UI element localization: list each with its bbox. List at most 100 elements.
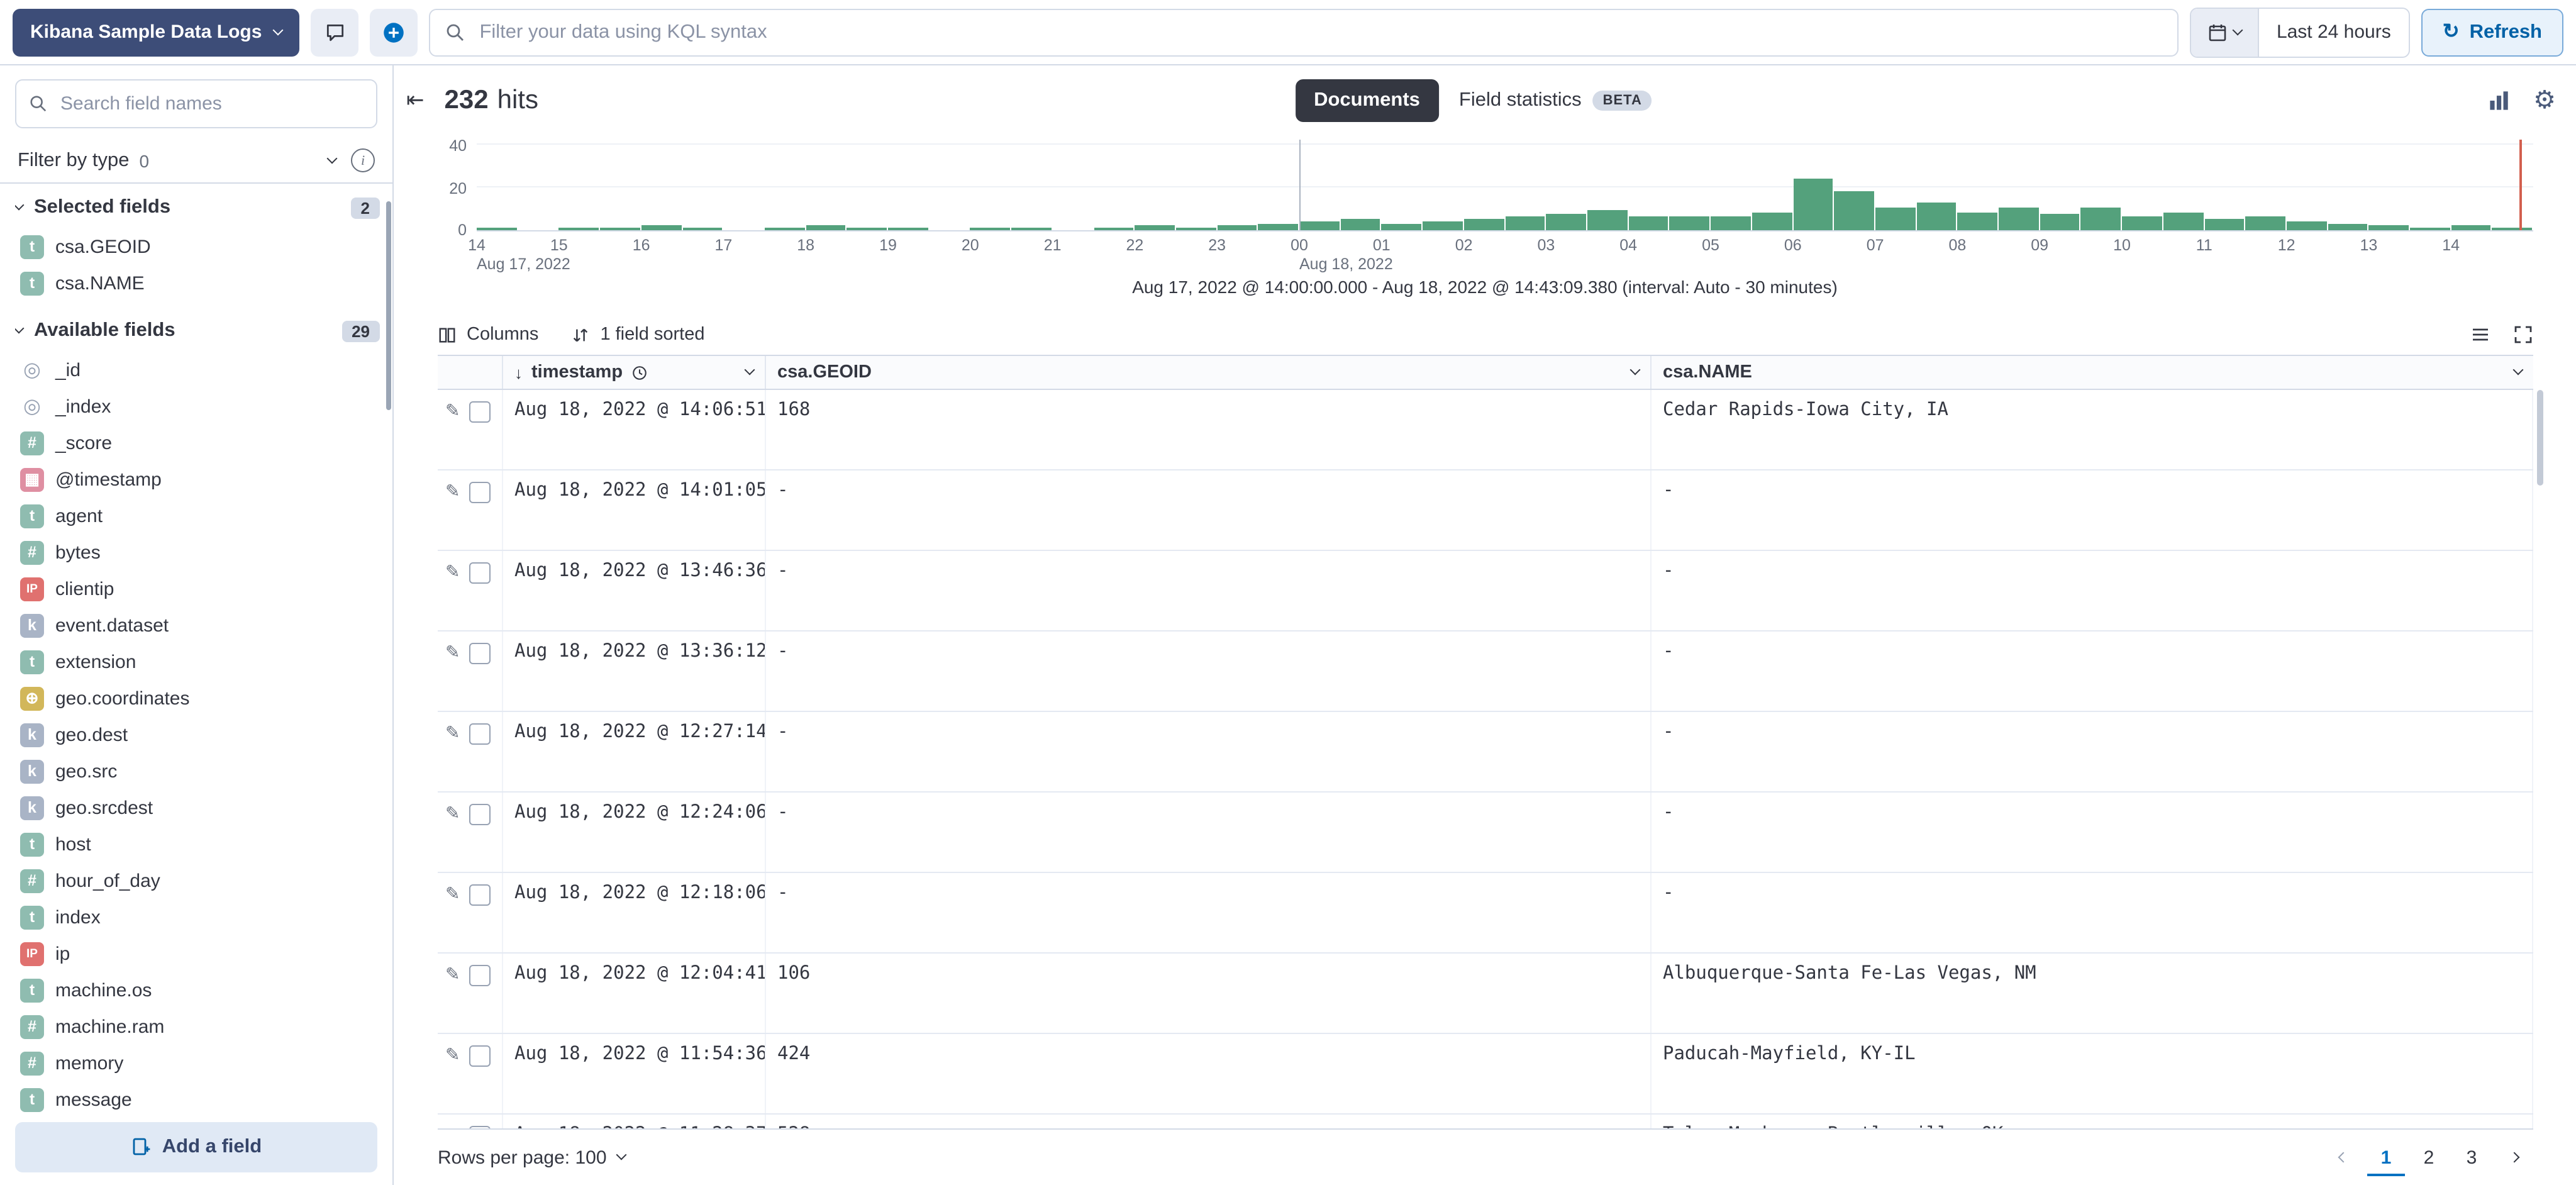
field-item[interactable]: kgeo.srcdest: [15, 790, 380, 826]
rows-per-page-dropdown[interactable]: Rows per page: 100: [438, 1147, 626, 1168]
histogram-bar[interactable]: [1341, 219, 1380, 230]
histogram-bar[interactable]: [641, 226, 681, 230]
field-item[interactable]: tmachine.os: [15, 972, 380, 1009]
kql-search-input[interactable]: [477, 19, 2162, 45]
histogram-bar[interactable]: [1793, 178, 1833, 230]
field-item[interactable]: IPclientip: [15, 571, 380, 608]
previous-page-button[interactable]: [2324, 1138, 2362, 1176]
histogram-bar[interactable]: [1834, 192, 1874, 230]
selected-fields-accordion[interactable]: Selected fields 2: [15, 186, 380, 229]
chevron-down-icon[interactable]: [1630, 365, 1641, 376]
field-item[interactable]: ◎_id: [15, 352, 380, 389]
add-field-button[interactable]: Add a field: [15, 1122, 377, 1172]
timestamp-cell[interactable]: Aug 18, 2022 @ 13:36:12.692: [503, 631, 766, 711]
name-cell[interactable]: Paducah-Mayfield, KY-IL: [1652, 1034, 2533, 1113]
info-icon[interactable]: i: [351, 148, 375, 172]
chevron-down-icon[interactable]: [2513, 365, 2524, 376]
geoid-cell[interactable]: -: [766, 551, 1652, 630]
histogram-bar[interactable]: [1505, 216, 1545, 230]
field-item[interactable]: tmessage: [15, 1082, 380, 1112]
next-page-button[interactable]: [2496, 1138, 2533, 1176]
name-cell[interactable]: Cedar Rapids-Iowa City, IA: [1652, 390, 2533, 469]
histogram-bar[interactable]: [1423, 221, 1462, 230]
field-item[interactable]: textension: [15, 644, 380, 681]
histogram-bar[interactable]: [2204, 219, 2244, 230]
histogram-bar[interactable]: [2163, 212, 2203, 230]
histogram-bar[interactable]: [1217, 226, 1257, 230]
row-checkbox[interactable]: [469, 401, 490, 423]
refresh-button[interactable]: ↻ Refresh: [2421, 8, 2563, 56]
field-item[interactable]: ▦@timestamp: [15, 462, 380, 498]
field-item[interactable]: tagent: [15, 498, 380, 535]
timestamp-cell[interactable]: Aug 18, 2022 @ 14:06:51.816: [503, 390, 766, 469]
timestamp-cell[interactable]: Aug 18, 2022 @ 12:18:06.737: [503, 873, 766, 952]
histogram-bar[interactable]: [1464, 219, 1504, 230]
page-button[interactable]: 3: [2453, 1138, 2490, 1176]
edit-row-icon[interactable]: ✎: [445, 643, 460, 662]
timestamp-cell[interactable]: Aug 18, 2022 @ 12:04:41.998: [503, 954, 766, 1033]
display-density-icon[interactable]: [2470, 325, 2490, 345]
field-item[interactable]: #memory: [15, 1045, 380, 1082]
name-cell[interactable]: Tulsa-Muskogee-Bartlesville, OK: [1652, 1115, 2533, 1130]
histogram-bar[interactable]: [1958, 212, 1997, 230]
name-cell[interactable]: -: [1652, 551, 2533, 630]
geoid-cell[interactable]: 528: [766, 1115, 1652, 1130]
row-checkbox[interactable]: [469, 804, 490, 825]
geoid-cell[interactable]: 106: [766, 954, 1652, 1033]
tab-documents[interactable]: Documents: [1295, 79, 1439, 122]
histogram-bar[interactable]: [1711, 216, 1750, 230]
page-button[interactable]: 2: [2410, 1138, 2448, 1176]
field-item[interactable]: tindex: [15, 899, 380, 936]
field-item[interactable]: kgeo.src: [15, 754, 380, 790]
timestamp-cell[interactable]: Aug 18, 2022 @ 12:24:06.875: [503, 793, 766, 872]
field-item[interactable]: kevent.dataset: [15, 608, 380, 644]
geoid-cell[interactable]: 424: [766, 1034, 1652, 1113]
histogram-bar[interactable]: [2287, 221, 2326, 230]
histogram-bar[interactable]: [1999, 208, 2038, 230]
histogram-bar[interactable]: [1587, 210, 1627, 230]
chevron-down-icon[interactable]: [745, 365, 755, 376]
histogram-bar[interactable]: [1916, 203, 1956, 230]
histogram-bar[interactable]: [1752, 212, 1792, 230]
filter-by-type-dropdown[interactable]: Filter by type 0 i: [0, 138, 392, 184]
histogram-bar[interactable]: [806, 226, 845, 230]
edit-row-icon[interactable]: ✎: [445, 965, 460, 984]
date-picker-menu-button[interactable]: [2191, 8, 2259, 56]
timestamp-cell[interactable]: Aug 18, 2022 @ 11:54:36.220: [503, 1034, 766, 1113]
row-checkbox[interactable]: [469, 562, 490, 584]
column-header-geoid[interactable]: csa.GEOID: [766, 356, 1652, 389]
field-item[interactable]: #machine.ram: [15, 1009, 380, 1045]
column-header-timestamp[interactable]: ↓ timestamp: [503, 356, 766, 389]
edit-row-icon[interactable]: ✎: [445, 804, 460, 823]
histogram-bar[interactable]: [1299, 221, 1339, 230]
field-item[interactable]: kgeo.dest: [15, 717, 380, 754]
field-item[interactable]: tcsa.GEOID: [15, 229, 380, 265]
geoid-cell[interactable]: -: [766, 873, 1652, 952]
row-checkbox[interactable]: [469, 482, 490, 503]
histogram-bar[interactable]: [2328, 223, 2367, 230]
row-checkbox[interactable]: [469, 884, 490, 906]
gear-icon[interactable]: ⚙: [2533, 88, 2556, 113]
page-button[interactable]: 1: [2367, 1138, 2405, 1176]
histogram-bar[interactable]: [2451, 226, 2491, 230]
histogram-bar[interactable]: [2369, 226, 2409, 230]
geoid-cell[interactable]: -: [766, 631, 1652, 711]
chart-options-icon[interactable]: [2488, 89, 2511, 112]
name-cell[interactable]: -: [1652, 712, 2533, 791]
name-cell[interactable]: Albuquerque-Santa Fe-Las Vegas, NM: [1652, 954, 2533, 1033]
name-cell[interactable]: -: [1652, 793, 2533, 872]
column-header-name[interactable]: csa.NAME: [1652, 356, 2533, 389]
timestamp-cell[interactable]: Aug 18, 2022 @ 11:28:37.336: [503, 1115, 766, 1130]
geoid-cell[interactable]: -: [766, 470, 1652, 550]
field-item[interactable]: #_score: [15, 425, 380, 462]
field-sorted-button[interactable]: 1 field sorted: [571, 325, 704, 345]
edit-row-icon[interactable]: ✎: [445, 723, 460, 742]
collapse-sidebar-icon[interactable]: ⇤: [406, 88, 425, 113]
histogram-bar[interactable]: [2245, 216, 2285, 230]
histogram-bar[interactable]: [1135, 226, 1175, 230]
timestamp-cell[interactable]: Aug 18, 2022 @ 12:27:14.527: [503, 712, 766, 791]
edit-row-icon[interactable]: ✎: [445, 482, 460, 501]
geoid-cell[interactable]: -: [766, 793, 1652, 872]
fullscreen-icon[interactable]: [2513, 325, 2533, 345]
histogram-bar[interactable]: [1546, 214, 1586, 230]
